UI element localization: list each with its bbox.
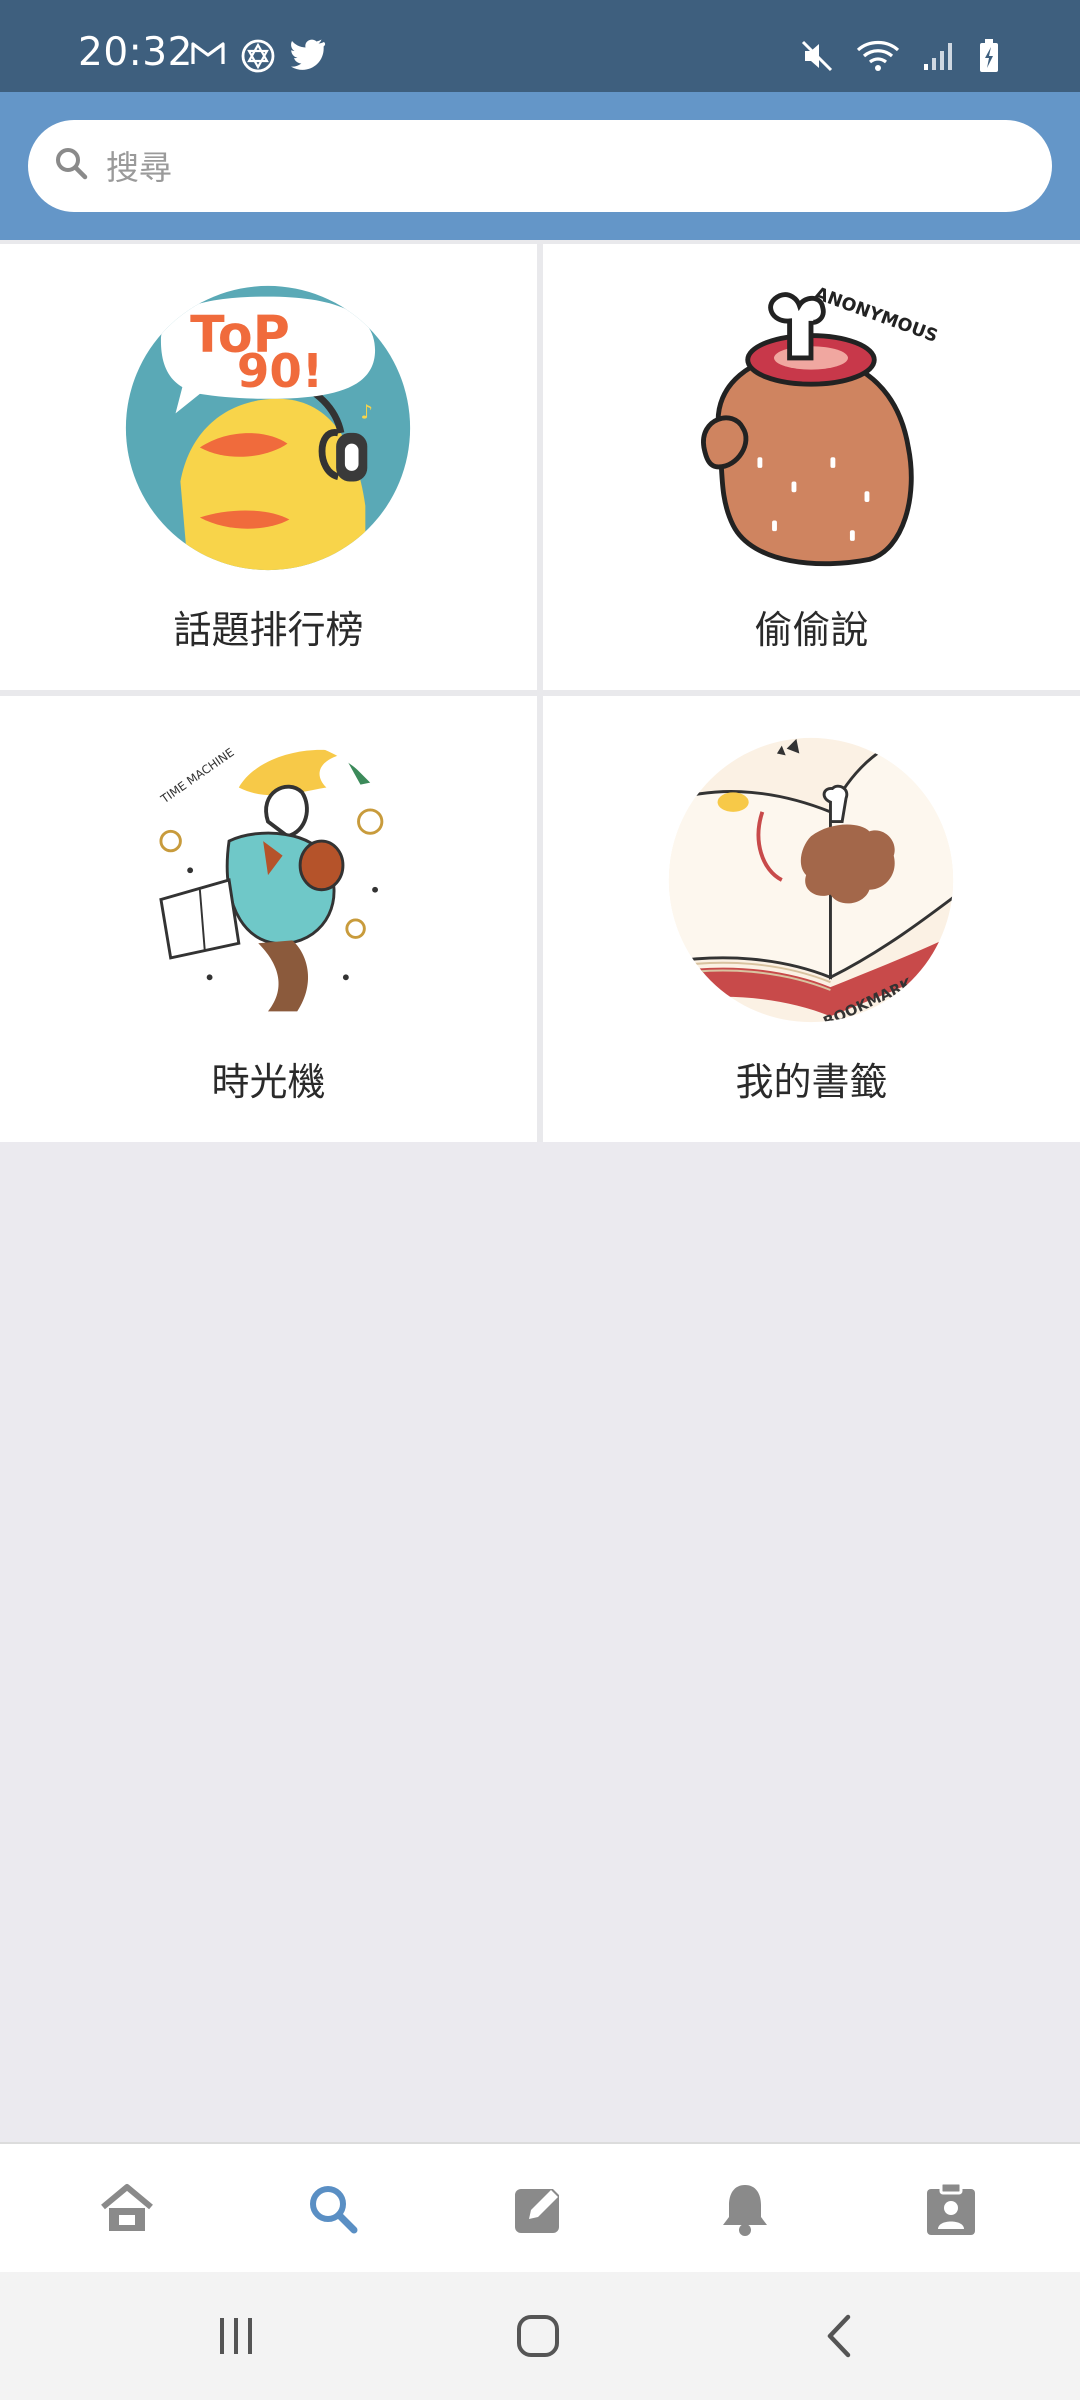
search-input[interactable]: [104, 136, 1008, 198]
twitter-icon: [291, 39, 326, 70]
tab-search[interactable]: [230, 2144, 436, 2274]
bell-icon: [723, 2185, 767, 2236]
search-header: [0, 92, 1080, 240]
top90-duck-icon: ToP 90! ♪ ♪: [125, 285, 411, 571]
home-button-icon: [517, 2315, 559, 2357]
recent-apps-icon: [220, 2318, 252, 2354]
tile-label: 時光機: [211, 1060, 326, 1104]
recent-apps-button[interactable]: [176, 2300, 296, 2372]
mute-icon: [801, 40, 833, 72]
search-icon: [56, 148, 88, 180]
tab-profile[interactable]: [848, 2144, 1054, 2274]
tab-home[interactable]: [24, 2144, 230, 2274]
home-button[interactable]: [478, 2300, 598, 2372]
bottom-tab-bar: [0, 2142, 1080, 2274]
tab-compose[interactable]: [436, 2144, 642, 2274]
home-icon: [101, 2184, 153, 2231]
system-status-icons: [800, 38, 1000, 74]
app-icon: [241, 39, 275, 73]
back-icon: [827, 2314, 851, 2358]
back-button[interactable]: [780, 2300, 900, 2372]
tile-anonymous[interactable]: ANONYMOUS 偷偷說: [543, 244, 1080, 690]
bookmark-book-icon: BOOKMARK: [668, 737, 954, 1023]
tab-notifications[interactable]: [642, 2144, 848, 2274]
tile-time-machine[interactable]: TIME MACHINE 時光機: [0, 696, 537, 1142]
tile-trending[interactable]: ToP 90! ♪ ♪ 話題排行榜: [0, 244, 537, 690]
search-icon: [310, 2186, 358, 2234]
status-bar: 20:32: [0, 0, 1080, 92]
search-box[interactable]: [28, 120, 1052, 212]
notification-icons: [190, 38, 326, 74]
wifi-icon: [856, 40, 900, 71]
anonymous-dog-icon: ANONYMOUS: [701, 284, 940, 567]
gmail-icon: [191, 42, 225, 64]
svg-text:♪: ♪: [360, 400, 372, 423]
status-time: 20:32: [78, 30, 193, 75]
feature-grid: ToP 90! ♪ ♪ 話題排行榜 ANONYMOUS 偷偷說 TIME MAC…: [0, 240, 1080, 1142]
battery-charging-icon: [980, 39, 998, 72]
tile-label: 偷偷說: [754, 608, 869, 652]
signal-icon: [924, 43, 952, 70]
svg-text:♪: ♪: [190, 443, 204, 468]
system-navigation-bar: [0, 2272, 1080, 2400]
tile-bookmark[interactable]: BOOKMARK 我的書籤: [543, 696, 1080, 1142]
svg-text:90!: 90!: [237, 345, 323, 399]
tile-label: 話題排行榜: [173, 608, 364, 652]
tile-label: 我的書籤: [735, 1060, 888, 1104]
profile-icon: [927, 2181, 975, 2235]
time-machine-icon: TIME MACHINE: [125, 737, 411, 1023]
compose-icon: [515, 2183, 565, 2233]
